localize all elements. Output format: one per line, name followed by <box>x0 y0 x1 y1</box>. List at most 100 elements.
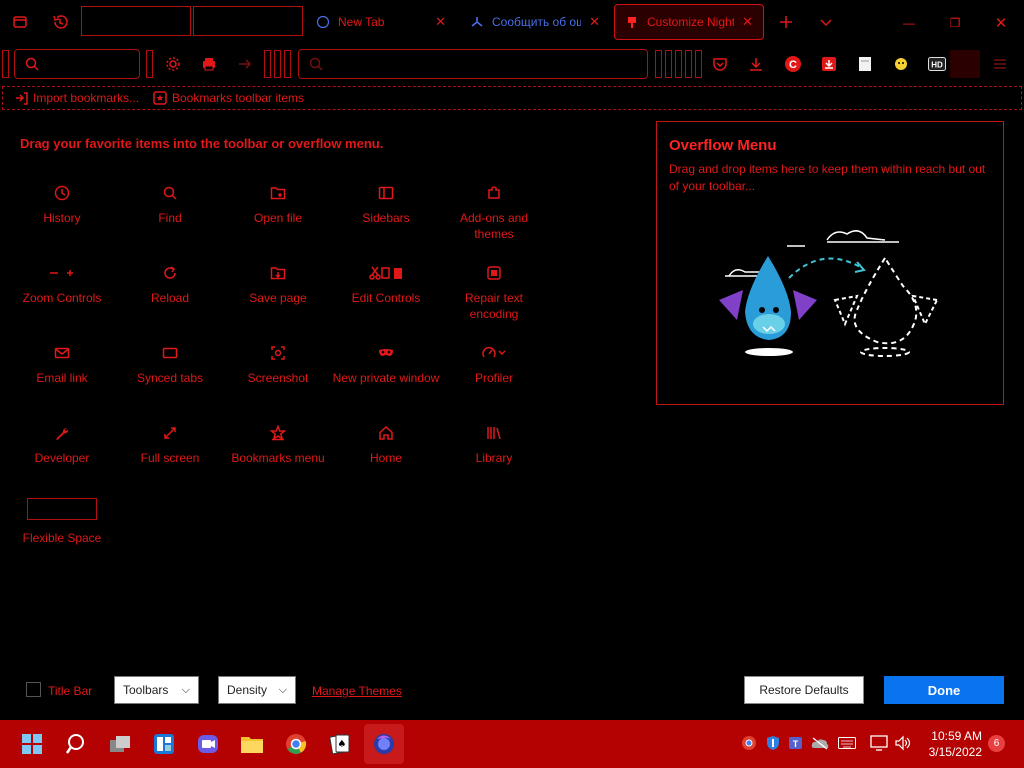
palette-item-label: Add-ons and themes <box>459 211 529 241</box>
extension-download-icon[interactable] <box>815 50 843 78</box>
tab-customize[interactable]: Customize Nightly ✕ <box>614 4 764 40</box>
palette-item-new-private-window[interactable]: New private window <box>332 342 440 386</box>
keyboard-icon[interactable] <box>836 732 858 754</box>
shield-icon[interactable] <box>762 732 784 754</box>
palette-item-label: Flexible Space <box>22 531 102 545</box>
extension-c-icon[interactable]: C <box>779 50 807 78</box>
palette-item-synced-tabs[interactable]: Synced tabs <box>116 342 224 386</box>
url-bar[interactable] <box>298 49 648 79</box>
palette-item-full-screen[interactable]: Full screen <box>116 422 224 466</box>
download-icon[interactable] <box>742 50 770 78</box>
extension-hd-icon[interactable]: HD <box>923 50 951 78</box>
palette-item-sidebars[interactable]: Sidebars <box>332 182 440 226</box>
account-icon[interactable] <box>950 50 980 78</box>
restore-defaults-button[interactable]: Restore Defaults <box>744 676 864 704</box>
palette-item-save-page[interactable]: Save page <box>224 262 332 306</box>
widgets-icon[interactable] <box>144 724 184 764</box>
toolbar-separator <box>2 50 9 78</box>
firefox-nightly-icon[interactable] <box>364 724 404 764</box>
close-tab-icon[interactable]: ✕ <box>435 14 446 30</box>
palette-item-profiler[interactable]: Profiler <box>440 342 548 386</box>
dragon-illustration-icon <box>719 230 939 357</box>
chevron-down-icon[interactable] <box>812 8 840 36</box>
onedrive-icon[interactable] <box>809 732 831 754</box>
toolbars-dropdown[interactable]: Toolbars ⌵ <box>114 676 199 704</box>
import-bookmarks-button[interactable]: Import bookmarks... <box>15 91 139 105</box>
profiler-icon <box>440 342 548 364</box>
minimize-button[interactable]: — <box>886 10 932 36</box>
palette-item-label: Repair text encoding <box>464 291 524 321</box>
display-icon[interactable] <box>868 732 890 754</box>
tab-label: Сообщить об ош <box>492 15 582 29</box>
chevron-down-icon: ⌵ <box>181 683 190 696</box>
search-icon[interactable] <box>56 724 96 764</box>
teams-tray-icon[interactable]: T <box>785 732 807 754</box>
palette-item-library[interactable]: Library <box>440 422 548 466</box>
toolbar-spring-slot <box>81 6 191 36</box>
new-tab-plus-icon[interactable] <box>772 8 800 36</box>
tab-manager-icon[interactable] <box>6 8 34 36</box>
density-dropdown[interactable]: Density ⌵ <box>218 676 296 704</box>
palette-item-label: Email link <box>36 371 88 385</box>
palette-item-label: Synced tabs <box>136 371 204 385</box>
title-bar-label: Title Bar <box>48 684 93 698</box>
title-bar-checkbox[interactable] <box>26 682 41 697</box>
import-icon <box>16 91 28 105</box>
palette-item-history[interactable]: History <box>8 182 116 226</box>
clock[interactable]: 10:59 AM 3/15/2022 <box>922 728 982 760</box>
chrome-icon[interactable] <box>276 724 316 764</box>
screenshot-icon <box>224 342 332 364</box>
maximize-button[interactable]: ❐ <box>932 10 978 36</box>
chevron-down-icon: ⌵ <box>278 683 287 696</box>
palette-item-home[interactable]: Home <box>332 422 440 466</box>
extension-note-icon[interactable] <box>851 50 879 78</box>
palette-item-edit-controls[interactable]: Edit Controls <box>332 262 440 306</box>
palette-item-find[interactable]: Find <box>116 182 224 226</box>
palette-item-reload[interactable]: Reload <box>116 262 224 306</box>
file-explorer-icon[interactable] <box>232 724 272 764</box>
menu-hamburger-icon[interactable] <box>986 50 1014 78</box>
palette-item-add-ons-and-themes[interactable]: Add-ons and themes <box>440 182 548 242</box>
done-button[interactable]: Done <box>884 676 1004 704</box>
bookmarks-toolbar-items[interactable]: Bookmarks toolbar items <box>153 91 304 105</box>
palette-item-developer[interactable]: Developer <box>8 422 116 466</box>
svg-text:♠: ♠ <box>338 739 347 750</box>
palette-item-label: Save page <box>249 291 307 305</box>
teams-chat-icon[interactable] <box>188 724 228 764</box>
notification-badge[interactable]: 6 <box>988 735 1005 752</box>
overflow-panel[interactable]: Overflow Menu Drag and drop items here t… <box>656 121 1004 405</box>
tab-new-tab[interactable]: New Tab ✕ <box>306 4 456 40</box>
palette-item-open-file[interactable]: Open file <box>224 182 332 226</box>
forward-arrow-icon[interactable] <box>231 50 259 78</box>
windows-start-icon[interactable] <box>12 724 52 764</box>
clock-date: 3/15/2022 <box>928 745 982 759</box>
palette-item-zoom-controls[interactable]: Zoom Controls <box>8 262 116 306</box>
extension-face-icon[interactable] <box>887 50 915 78</box>
task-view-icon[interactable] <box>100 724 140 764</box>
palette-item-email-link[interactable]: Email link <box>8 342 116 386</box>
close-tab-icon[interactable]: ✕ <box>742 14 753 30</box>
close-window-button[interactable]: ✕ <box>978 10 1024 36</box>
palette-item-repair-text-encoding[interactable]: Repair text encoding <box>440 262 548 322</box>
chrome-tray-icon[interactable] <box>738 732 760 754</box>
gear-icon[interactable] <box>159 50 187 78</box>
palette-item-label: Edit Controls <box>351 291 421 305</box>
zoom-icon <box>8 262 116 284</box>
solitaire-icon[interactable]: ♠ <box>320 724 360 764</box>
palette-item-label: New private window <box>332 371 440 385</box>
manage-themes-link[interactable]: Manage Themes <box>312 684 402 698</box>
palette-item-flexible-space[interactable]: Flexible Space <box>8 498 116 546</box>
palette-item-label: Sidebars <box>362 211 410 225</box>
search-box[interactable] <box>14 49 140 79</box>
pocket-icon[interactable] <box>706 50 734 78</box>
history-icon[interactable] <box>46 8 74 36</box>
tab-report[interactable]: Сообщить об ош ✕ <box>460 4 610 40</box>
overflow-title: Overflow Menu <box>669 137 777 154</box>
palette-item-screenshot[interactable]: Screenshot <box>224 342 332 386</box>
volume-icon[interactable] <box>892 732 914 754</box>
palette-item-label: Profiler <box>474 371 513 385</box>
palette-item-bookmarks-menu[interactable]: Bookmarks menu <box>224 422 332 466</box>
palette-item-label: Full screen <box>140 451 200 465</box>
close-tab-icon[interactable]: ✕ <box>589 14 600 30</box>
print-icon[interactable] <box>195 50 223 78</box>
